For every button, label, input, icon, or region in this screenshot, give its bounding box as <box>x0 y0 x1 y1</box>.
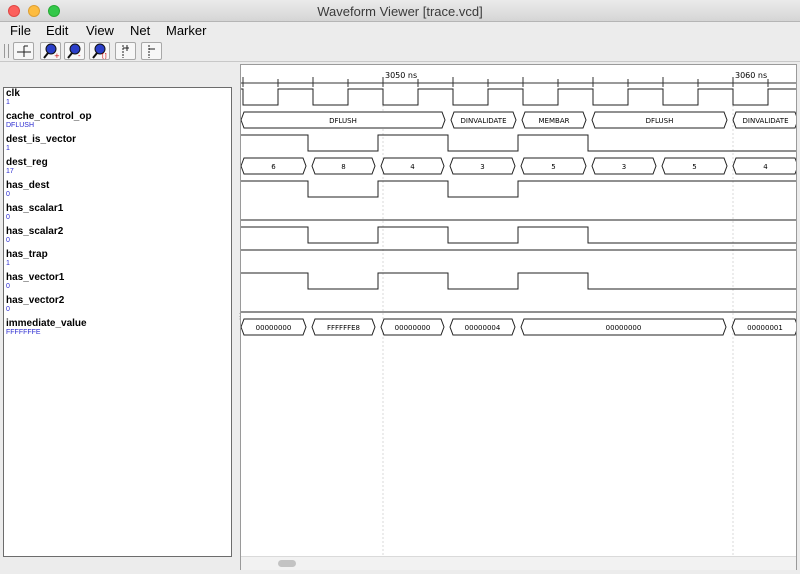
signal-row[interactable]: has_trap 1 <box>6 249 48 268</box>
waveform-row <box>241 226 796 244</box>
signal-name: dest_reg <box>6 157 48 168</box>
signal-names-panel[interactable]: clk 1 cache_control_op DFLUSH dest_is_ve… <box>3 87 232 557</box>
waveform-row <box>241 272 796 290</box>
zoom-out-button[interactable]: - <box>64 42 85 60</box>
horizontal-scrollbar[interactable] <box>241 556 796 570</box>
svg-text:-: - <box>78 52 81 59</box>
bus-value-label: MEMBAR <box>539 117 570 125</box>
bit-wave <box>241 272 796 290</box>
signal-value: 0 <box>6 191 10 198</box>
bus-value-label: 4 <box>410 163 415 171</box>
signal-row[interactable]: clk 1 <box>6 88 20 107</box>
svg-text:+: + <box>54 52 60 59</box>
go-next-marker-icon <box>122 45 129 58</box>
signal-value: 1 <box>6 260 10 267</box>
bit-wave <box>241 134 796 152</box>
signal-name: has_trap <box>6 249 48 260</box>
bus-value-label: 8 <box>341 163 345 171</box>
signal-name: has_scalar1 <box>6 203 64 214</box>
bus-value-label: DINVALIDATE <box>743 117 789 125</box>
time-label: 3060 ns <box>735 71 767 80</box>
toolbar-grip <box>4 44 9 58</box>
waveform-row: 00000000 FFFFFFE8 00000000 00000004 00000000… <box>241 318 796 336</box>
signal-name: cache_control_op <box>6 111 92 122</box>
menu-view[interactable]: View <box>86 23 114 38</box>
signal-name: has_vector2 <box>6 295 65 306</box>
bus-value-label: DINVALIDATE <box>461 117 507 125</box>
window-title: Waveform Viewer [trace.vcd] <box>317 4 483 19</box>
bus-value-label: 00000001 <box>747 324 783 332</box>
go-prev-marker-icon <box>148 45 155 58</box>
menu-edit[interactable]: Edit <box>46 23 68 38</box>
signal-value: 17 <box>6 168 14 175</box>
signal-row[interactable]: has_scalar2 0 <box>6 226 63 245</box>
bus-value-label: 3 <box>622 163 626 171</box>
zoom-out-icon: - <box>67 43 81 59</box>
waveform-row: DFLUSH DINVALIDATE MEMBAR DFLUSH DINVALIDATE <box>241 111 796 129</box>
signal-value: 1 <box>6 145 10 152</box>
insert-marker-icon <box>17 45 31 57</box>
waveform-panel[interactable]: DFLUSH DINVALIDATE MEMBAR DFLUSH DINVALIDATE… <box>240 64 797 570</box>
bus-value-label: 00000000 <box>606 324 642 332</box>
signal-row[interactable]: dest_reg 17 <box>6 157 48 176</box>
signal-name: has_dest <box>6 180 50 191</box>
waveform-row: 6 8 4 3 5 3 5 4 <box>241 157 796 175</box>
insert-marker-button[interactable] <box>13 42 34 60</box>
signal-row[interactable]: cache_control_op DFLUSH <box>6 111 92 130</box>
zoom-in-icon: + <box>43 43 60 59</box>
waveform-row <box>241 134 796 152</box>
bus-value-label: 4 <box>763 163 768 171</box>
waveform-row <box>241 180 796 198</box>
menu-bar: File Edit View Net Marker <box>0 22 800 41</box>
bus-value-label: 6 <box>271 163 276 171</box>
signal-row[interactable]: has_scalar1 0 <box>6 203 63 222</box>
bit-wave <box>241 226 796 244</box>
bit-wave <box>241 180 796 198</box>
bus-value-label: 00000000 <box>395 324 431 332</box>
svg-text:[]: [] <box>102 53 107 59</box>
signal-value: 0 <box>6 306 10 313</box>
signal-name: clk <box>6 88 20 99</box>
bus-value-label: DFLUSH <box>646 117 674 125</box>
menu-marker[interactable]: Marker <box>166 23 206 38</box>
bus-value-label: 00000004 <box>465 324 501 332</box>
next-marker-button[interactable] <box>115 42 136 60</box>
signal-name: immediate_value <box>6 318 87 329</box>
signal-value: FFFFFFFE <box>6 329 41 336</box>
waveform-row <box>241 88 796 106</box>
signal-name: has_vector1 <box>6 272 65 283</box>
toolbar: + - [] <box>0 41 800 62</box>
bus-value-label: FFFFFFE8 <box>327 324 360 332</box>
signal-row[interactable]: has_vector1 0 <box>6 272 64 291</box>
signal-value: 0 <box>6 283 10 290</box>
signal-value: 1 <box>6 99 10 106</box>
bus-value-label: DFLUSH <box>329 117 357 125</box>
zoom-fit-icon: [] <box>92 43 107 59</box>
bus-value-label: 00000000 <box>256 324 292 332</box>
signal-row[interactable]: immediate_value FFFFFFFE <box>6 318 87 337</box>
signal-value: DFLUSH <box>6 122 35 129</box>
signal-value: 0 <box>6 214 10 221</box>
time-label: 3050 ns <box>385 71 417 80</box>
signal-row[interactable]: dest_is_vector 1 <box>6 134 76 153</box>
bus-value-label: 3 <box>480 163 484 171</box>
waveform-canvas[interactable]: DFLUSH DINVALIDATE MEMBAR DFLUSH DINVALIDATE… <box>241 65 797 570</box>
signal-row[interactable]: has_vector2 0 <box>6 295 64 314</box>
signal-name: dest_is_vector <box>6 134 77 145</box>
menu-net[interactable]: Net <box>130 23 150 38</box>
scrollbar-thumb[interactable] <box>278 560 296 567</box>
clock-wave <box>241 88 796 106</box>
zoom-in-button[interactable]: + <box>40 42 61 60</box>
signal-value: 0 <box>6 237 10 244</box>
zoom-fit-button[interactable]: [] <box>89 42 110 60</box>
signal-row[interactable]: has_dest 0 <box>6 180 49 199</box>
signal-name: has_scalar2 <box>6 226 64 237</box>
prev-marker-button[interactable] <box>141 42 162 60</box>
bus-value-label: 5 <box>551 163 555 171</box>
bus-value-label: 5 <box>692 163 696 171</box>
title-bar: Waveform Viewer [trace.vcd] <box>0 0 800 22</box>
menu-file[interactable]: File <box>10 23 31 38</box>
